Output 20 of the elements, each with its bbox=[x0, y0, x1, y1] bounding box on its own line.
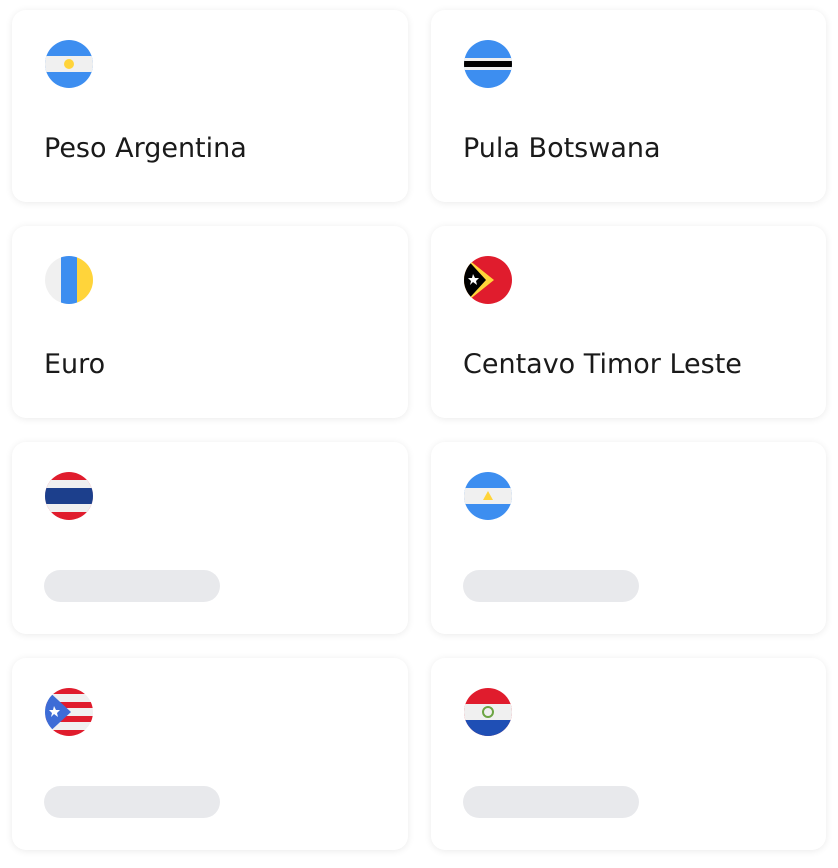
currency-card[interactable]: Centavo Timor Leste bbox=[431, 226, 826, 418]
currency-card[interactable] bbox=[12, 442, 408, 634]
flag-icon bbox=[464, 256, 512, 304]
flag-icon bbox=[45, 256, 93, 304]
flag-icon bbox=[45, 40, 93, 88]
flag-icon bbox=[464, 40, 512, 88]
currency-name: Centavo Timor Leste bbox=[463, 348, 743, 382]
currency-card[interactable]: Euro bbox=[12, 226, 408, 418]
flag-icon bbox=[45, 688, 93, 736]
currency-card[interactable]: Peso Argentina bbox=[12, 10, 408, 202]
flag-icon bbox=[45, 472, 93, 520]
currency-card[interactable] bbox=[431, 658, 826, 850]
currency-name: Pula Botswana bbox=[463, 132, 662, 166]
currency-card[interactable] bbox=[431, 442, 826, 634]
flag-icon bbox=[464, 688, 512, 736]
currency-name: Peso Argentina bbox=[44, 132, 248, 166]
currency-card[interactable]: Pula Botswana bbox=[431, 10, 826, 202]
flag-icon bbox=[464, 472, 512, 520]
currency-card[interactable] bbox=[12, 658, 408, 850]
currency-name: Euro bbox=[44, 348, 106, 382]
